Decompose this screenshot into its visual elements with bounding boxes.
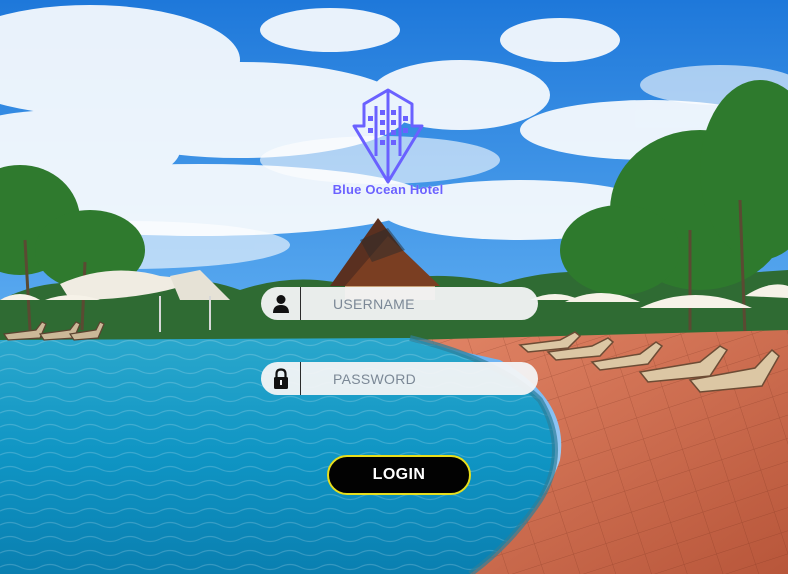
password-input[interactable] <box>301 361 538 396</box>
username-input[interactable] <box>301 286 538 321</box>
hotel-logo: Blue Ocean Hotel <box>318 86 458 206</box>
user-icon <box>261 287 301 320</box>
lock-icon <box>261 362 301 395</box>
username-field[interactable] <box>261 286 538 321</box>
login-button[interactable]: LOGIN <box>327 455 471 495</box>
hotel-name: Blue Ocean Hotel <box>332 182 444 197</box>
password-field[interactable] <box>261 361 538 396</box>
building-logo-icon <box>352 88 424 184</box>
